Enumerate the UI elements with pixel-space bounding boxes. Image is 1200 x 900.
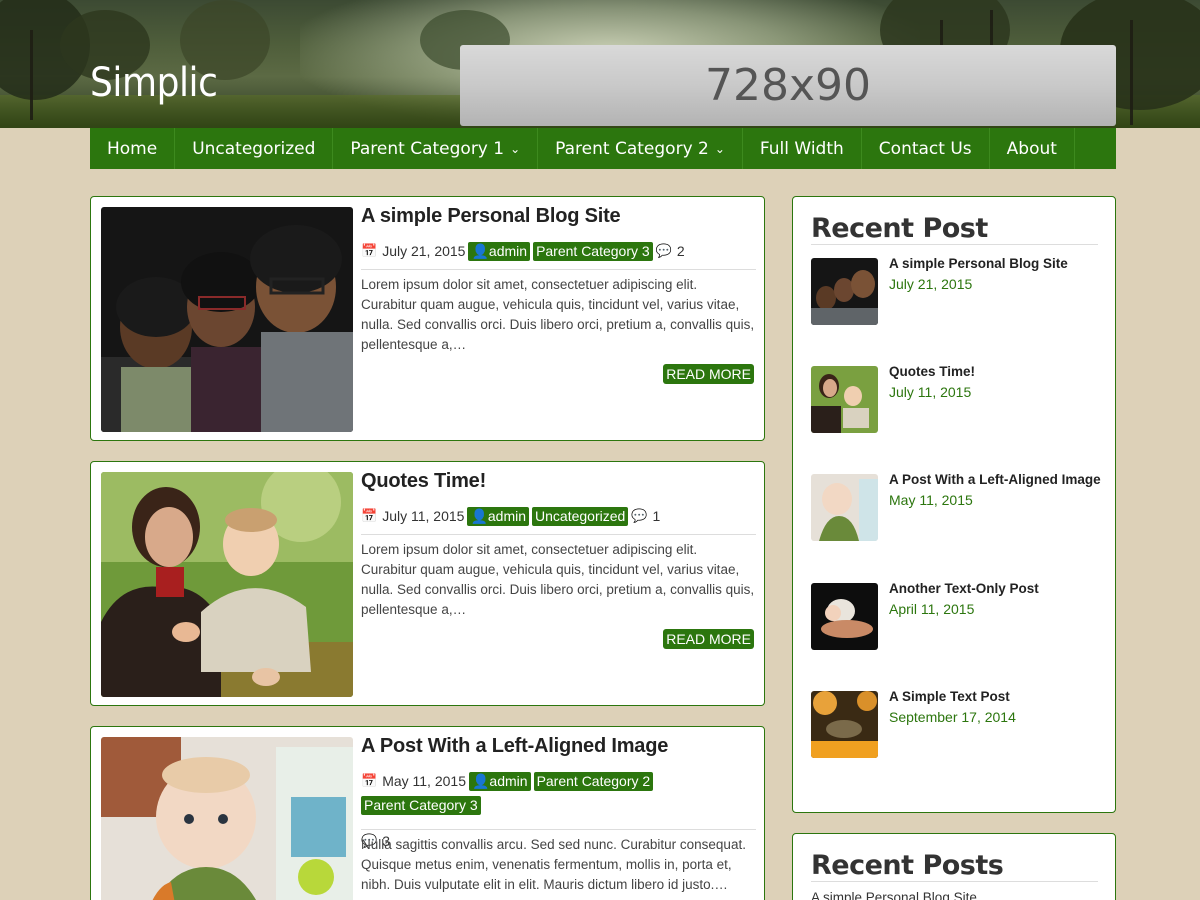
calendar-icon: 📅 bbox=[361, 243, 378, 258]
category-badge[interactable]: Uncategorized bbox=[532, 506, 629, 526]
chevron-down-icon: ⌄ bbox=[510, 141, 521, 156]
nav-item-contact-us[interactable]: Contact Us bbox=[862, 128, 990, 169]
post-excerpt: Lorem ipsum dolor sit amet, consectetuer… bbox=[361, 277, 755, 352]
recent-post-title[interactable]: A simple Personal Blog Site bbox=[889, 256, 1068, 271]
recent-post-title[interactable]: Another Text-Only Post bbox=[889, 581, 1039, 596]
divider bbox=[811, 881, 1098, 882]
post-excerpt: Lorem ipsum dolor sit amet, consectetuer… bbox=[361, 542, 755, 617]
nav-item-about[interactable]: About bbox=[990, 128, 1075, 169]
chevron-down-icon: ⌄ bbox=[714, 141, 725, 156]
nav-item-parent-category-1[interactable]: Parent Category 1 ⌄ bbox=[333, 128, 539, 169]
divider bbox=[361, 534, 756, 535]
author-name: admin bbox=[489, 772, 528, 789]
post-card: A Post With a Left-Aligned Image 📅 May 1… bbox=[90, 726, 765, 900]
recent-post-widget: Recent Post A simple Personal Blog Site … bbox=[792, 196, 1116, 813]
recent-post-item[interactable]: A Post With a Left-Aligned Image May 11,… bbox=[811, 472, 1101, 544]
comment-count[interactable]: 2 bbox=[677, 239, 685, 263]
recent-posts-link[interactable]: A simple Personal Blog Site bbox=[811, 890, 977, 900]
recent-post-date[interactable]: May 11, 2015 bbox=[889, 492, 973, 508]
nav-label: About bbox=[1006, 138, 1057, 159]
ad-banner[interactable]: 728x90 bbox=[460, 45, 1116, 126]
nav-label: Parent Category 1 bbox=[350, 138, 505, 159]
recent-post-item[interactable]: A Simple Text Post September 17, 2014 bbox=[811, 689, 1101, 761]
widget-title: Recent Posts bbox=[811, 850, 1004, 881]
post-title[interactable]: A simple Personal Blog Site bbox=[361, 205, 621, 228]
recent-post-thumbnail[interactable] bbox=[811, 691, 878, 758]
recent-post-title[interactable]: A Simple Text Post bbox=[889, 689, 1010, 704]
nav-item-full-width[interactable]: Full Width bbox=[743, 128, 862, 169]
comments-icon: 💬 bbox=[631, 508, 648, 523]
user-icon: 👤 bbox=[471, 242, 489, 259]
recent-post-title[interactable]: A Post With a Left-Aligned Image bbox=[889, 472, 1101, 487]
category-badge[interactable]: Parent Category 3 bbox=[361, 796, 481, 815]
main-nav: Home Uncategorized Parent Category 1 ⌄ Pa… bbox=[90, 128, 1116, 169]
post-thumbnail[interactable] bbox=[101, 737, 353, 900]
read-more-button[interactable]: READ MORE bbox=[663, 629, 754, 649]
author-badge[interactable]: 👤admin bbox=[467, 506, 530, 526]
calendar-icon: 📅 bbox=[361, 773, 378, 788]
recent-post-date[interactable]: July 21, 2015 bbox=[889, 276, 972, 292]
nav-label: Full Width bbox=[759, 138, 844, 159]
recent-post-thumbnail[interactable] bbox=[811, 474, 878, 541]
nav-item-parent-category-2[interactable]: Parent Category 2 ⌄ bbox=[538, 128, 743, 169]
post-meta: 📅 July 21, 2015 👤admin Parent Category 3… bbox=[361, 239, 756, 263]
nav-label: Contact Us bbox=[878, 138, 972, 159]
recent-post-date[interactable]: July 11, 2015 bbox=[889, 384, 971, 400]
site-header: Simplic 728x90 bbox=[0, 0, 1200, 128]
divider bbox=[811, 244, 1098, 245]
post-excerpt: Nulla sagittis convallis arcu. Sed sed n… bbox=[361, 837, 746, 892]
nav-item-uncategorized[interactable]: Uncategorized bbox=[175, 128, 334, 169]
divider bbox=[361, 269, 756, 270]
category-badge[interactable]: Parent Category 2 bbox=[533, 771, 654, 791]
post-date[interactable]: July 21, 2015 bbox=[382, 239, 465, 263]
recent-post-thumbnail[interactable] bbox=[811, 258, 878, 325]
post-title[interactable]: A Post With a Left-Aligned Image bbox=[361, 735, 668, 758]
meta-break bbox=[361, 818, 756, 826]
recent-post-item[interactable]: Another Text-Only Post April 11, 2015 bbox=[811, 581, 1101, 653]
category-badge[interactable]: Parent Category 3 bbox=[533, 241, 653, 261]
author-name: admin bbox=[488, 242, 528, 259]
nav-label: Home bbox=[107, 138, 158, 159]
nav-label: Parent Category 2 bbox=[555, 138, 709, 159]
read-more-button[interactable]: READ MORE bbox=[663, 364, 754, 384]
post-thumbnail[interactable] bbox=[101, 472, 353, 697]
recent-post-date[interactable]: April 11, 2015 bbox=[889, 601, 974, 617]
recent-posts-widget: Recent Posts A simple Personal Blog Site bbox=[792, 833, 1116, 900]
recent-post-item[interactable]: A simple Personal Blog Site July 21, 201… bbox=[811, 256, 1101, 328]
divider bbox=[361, 829, 756, 830]
recent-post-thumbnail[interactable] bbox=[811, 583, 878, 650]
post-meta: 📅 July 11, 2015 👤admin Uncategorized 💬 1 bbox=[361, 504, 756, 528]
comment-count[interactable]: 1 bbox=[652, 504, 660, 528]
post-card: A simple Personal Blog Site 📅 July 21, 2… bbox=[90, 196, 765, 441]
author-badge[interactable]: 👤admin bbox=[468, 241, 531, 261]
nav-item-home[interactable]: Home bbox=[90, 128, 176, 169]
calendar-icon: 📅 bbox=[361, 508, 378, 523]
nav-label: Uncategorized bbox=[192, 138, 316, 159]
site-title[interactable]: Simplic bbox=[90, 60, 218, 106]
post-thumbnail[interactable] bbox=[101, 207, 353, 432]
user-icon: 👤 bbox=[471, 772, 490, 789]
author-badge[interactable]: 👤admin bbox=[468, 771, 531, 791]
recent-post-item[interactable]: Quotes Time! July 11, 2015 bbox=[811, 364, 1101, 436]
post-date[interactable]: May 11, 2015 bbox=[382, 769, 466, 793]
recent-post-title[interactable]: Quotes Time! bbox=[889, 364, 975, 379]
author-name: admin bbox=[487, 507, 527, 524]
post-date[interactable]: July 11, 2015 bbox=[382, 504, 464, 528]
user-icon: 👤 bbox=[470, 507, 488, 524]
widget-title: Recent Post bbox=[811, 213, 988, 244]
recent-post-thumbnail[interactable] bbox=[811, 366, 878, 433]
post-title[interactable]: Quotes Time! bbox=[361, 470, 486, 493]
comments-icon: 💬 bbox=[655, 243, 672, 258]
post-card: Quotes Time! 📅 July 11, 2015 👤admin Unca… bbox=[90, 461, 765, 706]
recent-post-date[interactable]: September 17, 2014 bbox=[889, 709, 1016, 725]
